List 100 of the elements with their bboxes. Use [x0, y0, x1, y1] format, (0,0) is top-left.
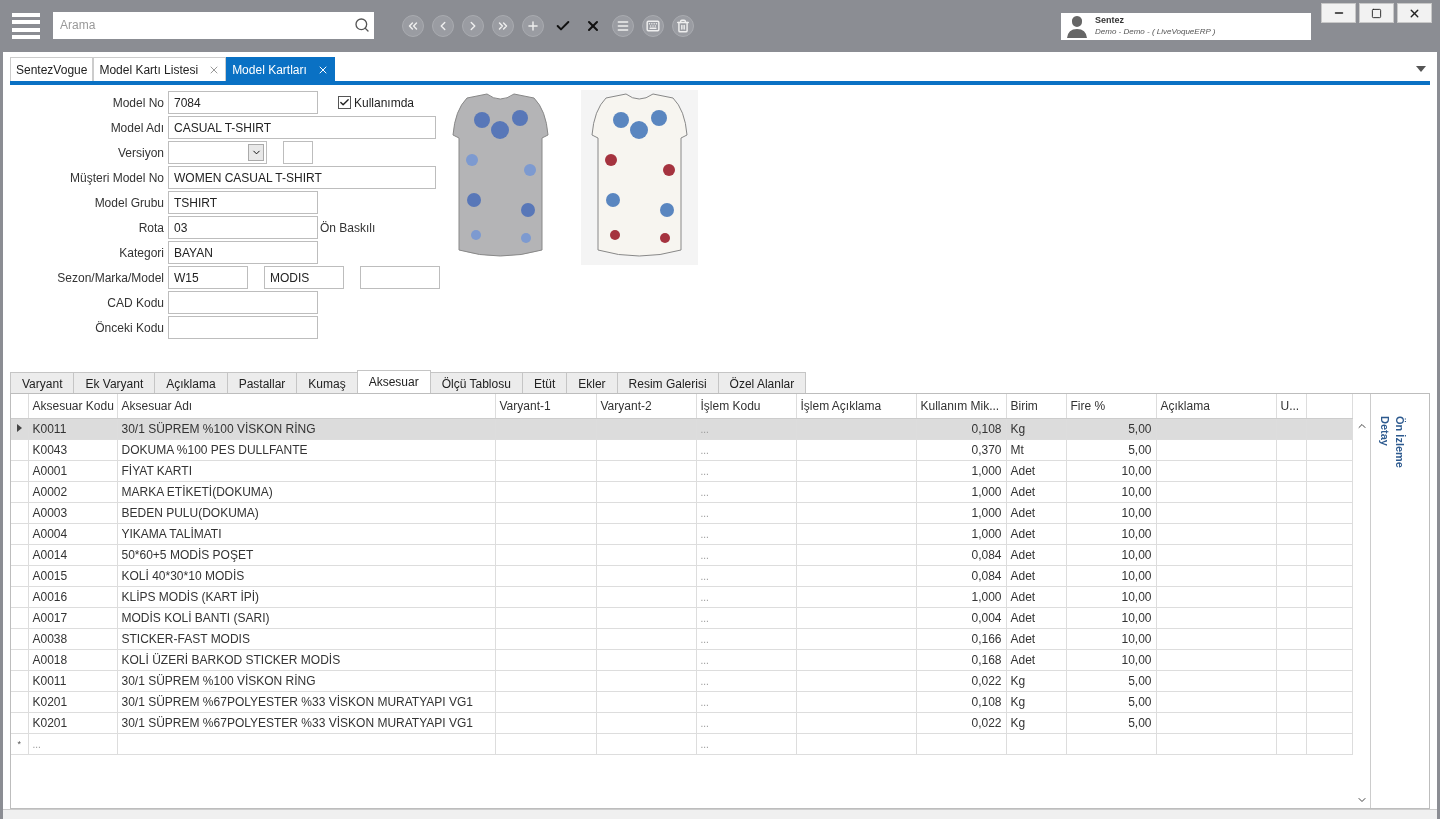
table-cell: 10,00 — [1121, 547, 1152, 562]
new-row-marker: * — [17, 738, 21, 749]
table-cell: A0016 — [32, 589, 68, 604]
route-note: Ön Baskılı — [320, 220, 376, 235]
section-tab[interactable]: Ek Varyant — [73, 372, 156, 394]
input-field[interactable] — [360, 266, 440, 289]
table-cell: 1,000 — [971, 484, 1002, 499]
dropdown-button[interactable] — [248, 144, 264, 161]
table-cell: 30/1 SÜPREM %100 VİSKON RİNG — [121, 421, 316, 436]
column-header[interactable]: Fire % — [1066, 394, 1156, 418]
minimize-button[interactable] — [1321, 3, 1356, 23]
table-cell: 0,168 — [971, 652, 1002, 667]
table-cell: 0,370 — [971, 442, 1002, 457]
column-header[interactable]: U... — [1276, 394, 1306, 418]
keyboard-button[interactable] — [642, 15, 664, 37]
search-icon[interactable] — [354, 16, 370, 33]
table-cell: Adet — [1010, 526, 1036, 541]
input-field[interactable]: 03 — [168, 216, 318, 239]
column-header[interactable]: Birim — [1006, 394, 1066, 418]
field-label: Kategori — [118, 245, 165, 260]
double-left-chevron-button[interactable] — [402, 15, 424, 37]
section-tab[interactable]: Resim Galerisi — [616, 372, 719, 394]
section-tab[interactable]: Ölçü Tablosu — [429, 372, 523, 394]
field-label: Versiyon — [116, 145, 165, 160]
table-cell: Adet — [1010, 589, 1036, 604]
checkbox[interactable] — [338, 96, 351, 109]
side-tab[interactable]: Detay — [1379, 416, 1391, 808]
input-field[interactable]: W15 — [168, 266, 248, 289]
input-field[interactable]: MODIS — [264, 266, 344, 289]
table-cell: FİYAT KARTI — [121, 463, 192, 478]
document-tab[interactable]: SentezVogue — [10, 57, 94, 81]
table-cell: 5,00 — [1128, 694, 1152, 709]
user-icon — [1065, 14, 1089, 38]
table-cell: 0,084 — [971, 547, 1002, 562]
table-cell: A0018 — [32, 652, 68, 667]
input-field[interactable]: BAYAN — [168, 241, 318, 264]
column-header[interactable]: İşlem Kodu — [696, 394, 796, 418]
check-icon — [339, 97, 350, 108]
field-label: CAD Kodu — [106, 295, 165, 310]
input-field[interactable]: WOMEN CASUAL T-SHIRT — [168, 166, 436, 189]
table-cell: KOLİ 40*30*10 MODİS — [121, 568, 245, 583]
table-cell: 10,00 — [1121, 652, 1152, 667]
search-field[interactable]: Arama — [53, 11, 374, 39]
table-cell: 0,108 — [971, 421, 1002, 436]
table-cell: 10,00 — [1121, 463, 1152, 478]
column-header[interactable]: İşlem Açıklama — [796, 394, 916, 418]
field-label: Model Grubu — [93, 195, 165, 210]
table-cell: 10,00 — [1121, 610, 1152, 625]
input-field[interactable] — [283, 141, 313, 164]
table-cell: 50*60+5 MODİS POŞET — [121, 547, 254, 562]
table-cell: BEDEN PULU(DOKUMA) — [121, 505, 259, 520]
row-pointer-icon — [16, 423, 22, 432]
column-header[interactable]: Açıklama — [1156, 394, 1276, 418]
section-tab[interactable]: Pastallar — [226, 372, 298, 394]
dropdown-field[interactable] — [168, 141, 267, 164]
document-tab[interactable]: Model Kartları — [226, 57, 335, 81]
input-field[interactable]: 7084 — [168, 91, 318, 114]
double-left-chevron-icon — [406, 19, 420, 33]
close-button[interactable] — [1397, 3, 1432, 23]
table-cell: 1,000 — [971, 589, 1002, 604]
table-cell: 5,00 — [1128, 442, 1152, 457]
trash-button[interactable] — [672, 15, 694, 37]
table-cell: 10,00 — [1121, 631, 1152, 646]
section-tab[interactable]: Özel Alanlar — [717, 372, 807, 394]
column-header[interactable]: Kullanım Mik... — [916, 394, 1006, 418]
section-tab[interactable]: Kumaş — [296, 372, 358, 394]
section-tab[interactable]: Etüt — [521, 372, 568, 394]
column-header[interactable]: Varyant-1 — [495, 394, 596, 418]
double-right-chevron-button[interactable] — [492, 15, 514, 37]
table-cell: 30/1 SÜPREM %100 VİSKON RİNG — [121, 673, 316, 688]
side-tab[interactable]: Ön İzleme — [1394, 416, 1406, 808]
menu-icon[interactable] — [12, 13, 40, 39]
plus-button[interactable] — [522, 15, 544, 37]
input-field[interactable]: TSHIRT — [168, 191, 318, 214]
trash-icon — [676, 19, 690, 33]
table-cell: 30/1 SÜPREM %67POLYESTER %33 VİSKON MURATYAPI VG1 — [121, 715, 473, 730]
table-cell: 1,000 — [971, 526, 1002, 541]
caret-icon[interactable] — [1416, 66, 1426, 72]
maximize-button[interactable] — [1359, 3, 1394, 23]
table-cell: Adet — [1010, 610, 1036, 625]
input-field[interactable]: CASUAL T-SHIRT — [168, 116, 436, 139]
table-cell: A0004 — [32, 526, 68, 541]
column-header[interactable]: Varyant-2 — [596, 394, 696, 418]
column-header[interactable]: Aksesuar Kodu — [28, 394, 117, 418]
table-cell: 0,004 — [971, 610, 1002, 625]
section-tab[interactable]: Varyant — [10, 372, 75, 394]
left-chevron-button[interactable] — [432, 15, 454, 37]
column-header[interactable]: Aksesuar Adı — [117, 394, 495, 418]
plus-icon — [526, 19, 540, 33]
section-tab[interactable]: Ekler — [566, 372, 618, 394]
table-cell: K0201 — [32, 694, 68, 709]
menu-button[interactable] — [612, 15, 634, 37]
document-tab[interactable]: Model Kartı Listesi — [93, 57, 227, 81]
input-field[interactable] — [168, 291, 318, 314]
table-cell: K0043 — [32, 442, 68, 457]
section-tab[interactable]: Açıklama — [154, 372, 228, 394]
right-chevron-button[interactable] — [462, 15, 484, 37]
input-field[interactable] — [168, 316, 318, 339]
table-cell: Adet — [1010, 568, 1036, 583]
table-cell: MODİS KOLİ BANTI (SARI) — [121, 610, 270, 625]
